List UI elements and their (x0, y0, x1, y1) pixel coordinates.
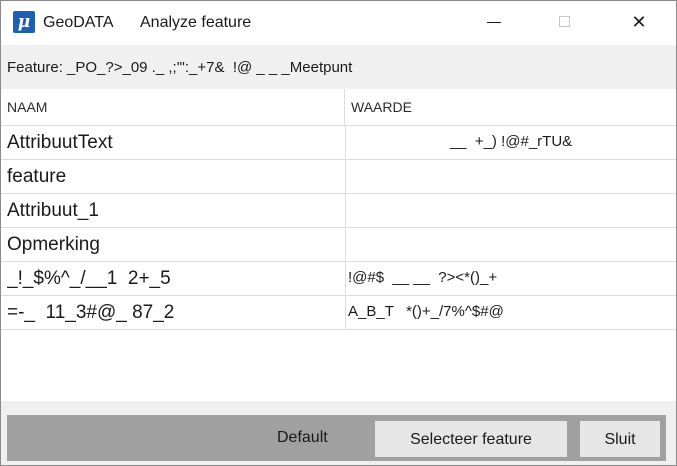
cell-value[interactable] (345, 228, 676, 261)
column-divider[interactable] (344, 89, 345, 126)
close-window-button[interactable]: ✕ (616, 1, 662, 45)
maximize-icon (559, 16, 570, 27)
column-header-naam[interactable]: NAAM (7, 89, 47, 126)
footer: Default Selecteer feature Sluit (1, 401, 676, 465)
cell-name[interactable]: feature (7, 160, 342, 193)
maximize-button[interactable] (542, 1, 588, 45)
close-icon: ✕ (631, 12, 647, 33)
app-name: GeoDATA (43, 14, 114, 31)
attribute-grid[interactable]: NAAM WAARDE AttribuutText __ +_) !@#_rTU… (1, 89, 676, 399)
close-button[interactable]: Sluit (580, 421, 660, 457)
minimize-icon (487, 22, 501, 23)
footer-button-bar (7, 415, 666, 461)
cell-value[interactable]: A_B_T *()+_/7%^$#@ (345, 296, 676, 329)
cell-name[interactable]: =-_ 11_3#@_ 87_2 (7, 296, 342, 329)
feature-info-bar: Feature: _PO_?>_09 ._ ,;'":_+7& !@ _ _ _… (1, 45, 676, 89)
minimize-button[interactable] (471, 1, 517, 45)
analyze-feature-window: μ GeoDATA Analyze feature ✕ Feature: _PO… (0, 0, 677, 466)
cell-value[interactable]: __ +_) !@#_rTU& (345, 126, 676, 159)
table-row[interactable]: =-_ 11_3#@_ 87_2 A_B_T *()+_/7%^$#@ (1, 296, 676, 330)
table-row[interactable]: AttribuutText __ +_) !@#_rTU& (1, 126, 676, 160)
window-title: Analyze feature (140, 14, 252, 31)
cell-value[interactable] (345, 194, 676, 227)
default-label: Default (277, 429, 328, 446)
cell-name[interactable]: AttribuutText (7, 126, 342, 159)
cell-name[interactable]: Opmerking (7, 228, 342, 261)
select-feature-button[interactable]: Selecteer feature (375, 421, 567, 457)
table-row[interactable]: Attribuut_1 (1, 194, 676, 228)
column-header-waarde[interactable]: WAARDE (351, 89, 412, 126)
cell-name[interactable]: _!_$%^_/__1 2+_5 (7, 262, 342, 295)
feature-label: Feature: _PO_?>_09 ._ ,;'":_+7& !@ _ _ _… (7, 59, 353, 76)
geodata-app-icon: μ (13, 11, 35, 33)
table-row[interactable]: _!_$%^_/__1 2+_5 !@#$ __ __ ?><*()_+ (1, 262, 676, 296)
table-row[interactable]: Opmerking (1, 228, 676, 262)
cell-value[interactable]: !@#$ __ __ ?><*()_+ (345, 262, 676, 295)
cell-name[interactable]: Attribuut_1 (7, 194, 342, 227)
table-row[interactable]: feature (1, 160, 676, 194)
cell-value[interactable] (345, 160, 676, 193)
title-bar[interactable]: μ GeoDATA Analyze feature ✕ (1, 1, 676, 45)
grid-header: NAAM WAARDE (1, 89, 676, 126)
